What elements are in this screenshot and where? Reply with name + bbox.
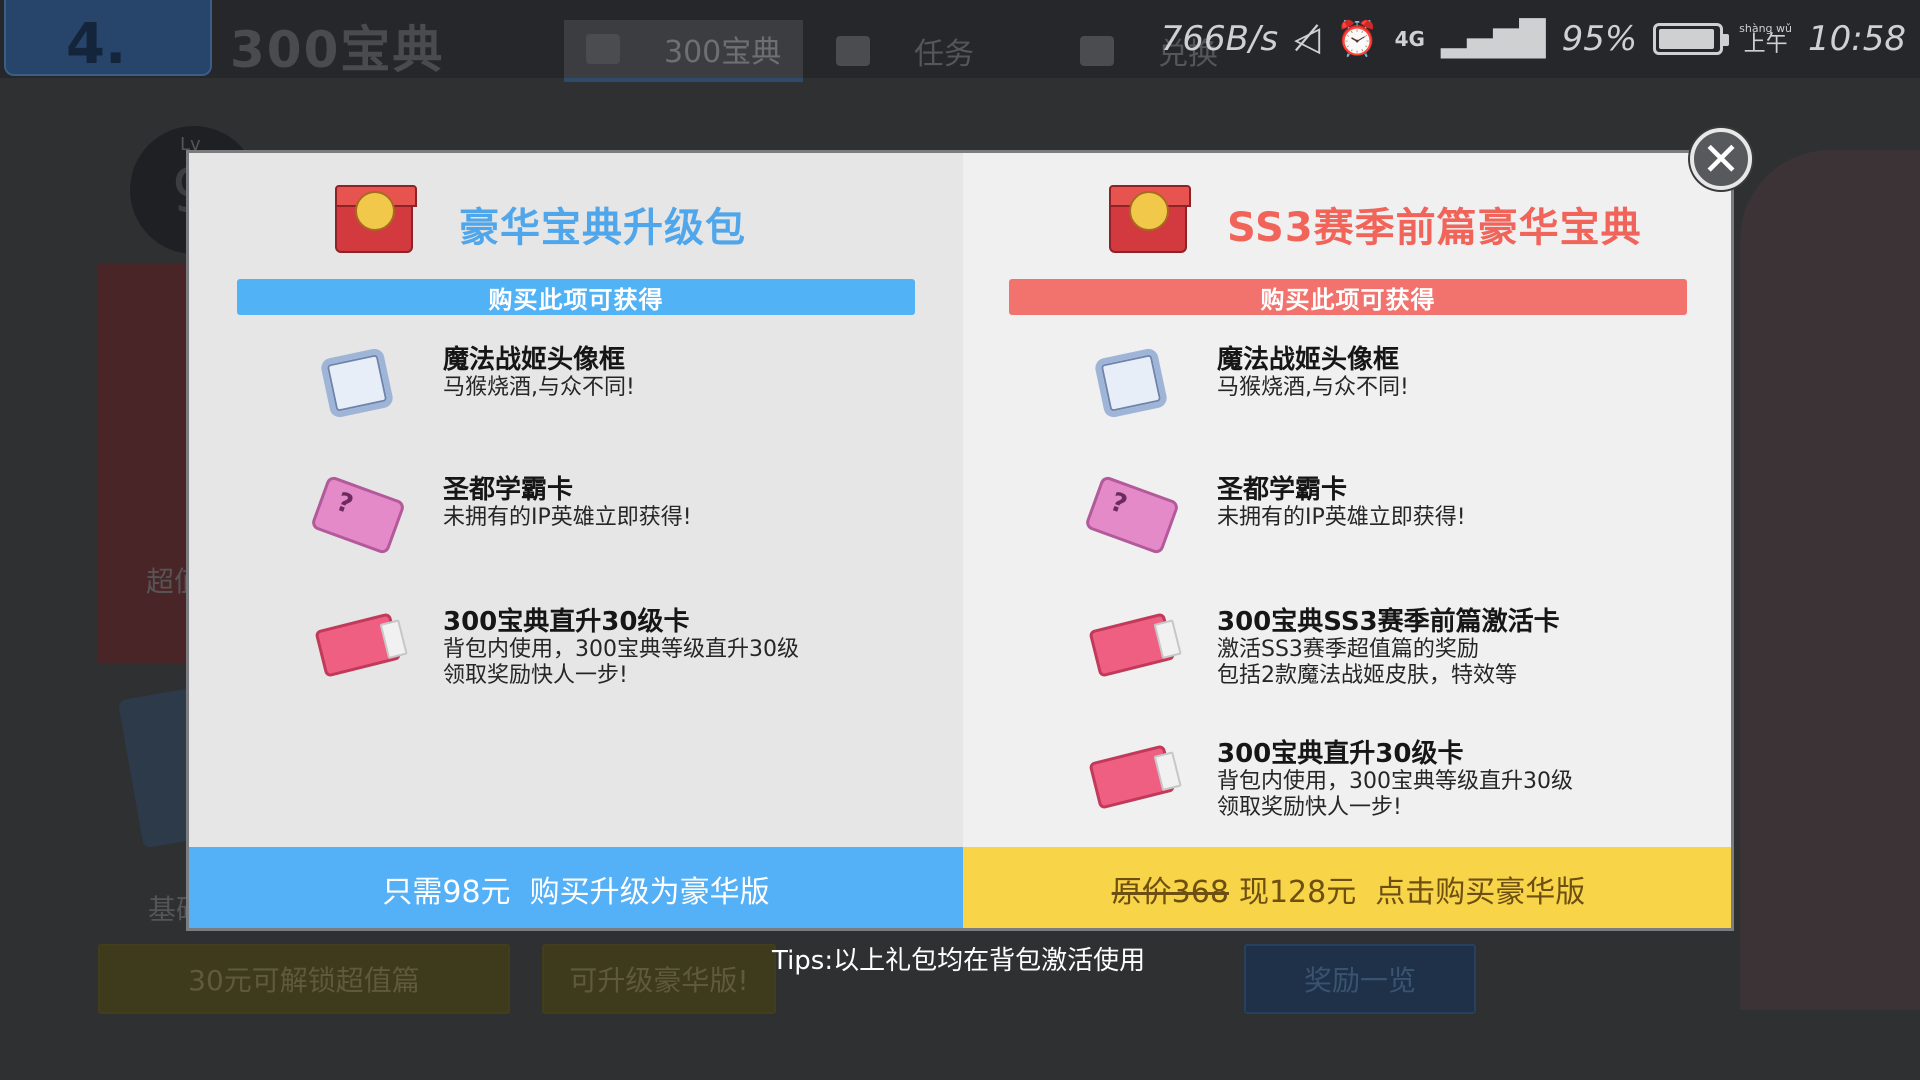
- reward-name: 圣都学霸卡: [443, 475, 574, 505]
- avatar-frame-icon: [1087, 345, 1173, 419]
- avatar-frame-icon: [313, 345, 399, 419]
- battery-percent: 95%: [1561, 19, 1638, 59]
- mute-icon: ◁̸: [1294, 19, 1321, 59]
- tab-label: 300宝典: [664, 35, 782, 70]
- reward-desc: 背包内使用，300宝典等级直升30级 领取奖励快人一步!: [443, 637, 799, 688]
- reward-desc: 未拥有的IP英雄立即获得!: [1217, 505, 1466, 530]
- upgrade-pack-panel: 豪华宝典升级包 购买此项可获得 魔法战姬头像框 马猴烧酒,与众不同! 圣都学霸卡…: [189, 153, 963, 847]
- reward-name: 魔法战姬头像框: [443, 345, 626, 375]
- battery-fill: [1659, 29, 1715, 49]
- time-ampm-text: 上午: [1743, 31, 1788, 57]
- character-illustration: [1740, 150, 1920, 1010]
- unlock-value-button[interactable]: 30元可解锁超值篇: [98, 944, 510, 1014]
- close-button[interactable]: ✕: [1690, 128, 1752, 190]
- tab-tasks[interactable]: 任务: [836, 20, 974, 82]
- buy-deluxe-button[interactable]: 原价368 现128元 点击购买豪华版: [963, 847, 1731, 928]
- alarm-icon: ⏰: [1336, 19, 1379, 59]
- activation-card-icon: [1087, 607, 1176, 681]
- rewards-overview-button[interactable]: 奖励一览: [1244, 944, 1476, 1014]
- tab-300-guide[interactable]: 300宝典: [564, 20, 804, 82]
- buy-upgrade-label: 只需98元 购买升级为豪华版: [382, 875, 770, 910]
- gift-box-icon: [335, 185, 417, 253]
- reward-name: 300宝典SS3赛季前篇激活卡: [1217, 607, 1560, 637]
- rewards-banner: 购买此项可获得: [1009, 279, 1687, 315]
- battery-icon: [1653, 23, 1730, 55]
- reward-desc: 未拥有的IP英雄立即获得!: [443, 505, 692, 530]
- deluxe-guide-panel: SS3赛季前篇豪华宝典 购买此项可获得 魔法战姬头像框 马猴烧酒,与众不同! 圣…: [963, 153, 1731, 847]
- reward-desc: 背包内使用，300宝典等级直升30级 领取奖励快人一步!: [1217, 769, 1573, 820]
- back-glyph: 4.: [66, 12, 127, 77]
- task-icon: [836, 36, 870, 66]
- clock-time: 10:58: [1808, 19, 1906, 59]
- exp-card-icon: [313, 607, 402, 681]
- original-price: 原价368: [1111, 875, 1229, 910]
- network-type: 4G: [1394, 27, 1425, 51]
- deluxe-upgrade-dialog: 豪华宝典升级包 购买此项可获得 魔法战姬头像框 马猴烧酒,与众不同! 圣都学霸卡…: [186, 150, 1734, 931]
- reward-desc: 激活SS3赛季超值篇的奖励 包括2款魔法战姬皮肤，特效等: [1217, 637, 1517, 688]
- upgrade-pack-title: 豪华宝典升级包: [459, 205, 746, 251]
- reward-desc: 马猴烧酒,与众不同!: [443, 375, 635, 400]
- deluxe-guide-title: SS3赛季前篇豪华宝典: [1227, 205, 1642, 251]
- net-speed: 766B/s: [1160, 19, 1279, 59]
- back-button[interactable]: 4.: [4, 0, 212, 77]
- tips-text: Tips:以上礼包均在背包激活使用: [772, 946, 1146, 976]
- hero-card-icon: [1083, 474, 1181, 556]
- buy-upgrade-button[interactable]: 只需98元 购买升级为豪华版: [189, 847, 963, 928]
- reward-name: 魔法战姬头像框: [1217, 345, 1400, 375]
- reward-desc: 马猴烧酒,与众不同!: [1217, 375, 1409, 400]
- buy-deluxe-label: 现128元 点击购买豪华版: [1238, 875, 1586, 910]
- system-status-bar: 766B/s ◁̸ ⏰ 4G ▂▄▆█ 95% shàng wǔ 上午 10:5…: [1161, 12, 1906, 66]
- upgrade-deluxe-button[interactable]: 可升级豪华版!: [542, 944, 776, 1014]
- exchange-icon: [1080, 36, 1114, 66]
- exp-card-icon: [1087, 739, 1176, 813]
- reward-name: 300宝典直升30级卡: [1217, 739, 1464, 769]
- hero-card-icon: [309, 474, 407, 556]
- close-icon: ✕: [1701, 132, 1741, 186]
- rewards-banner: 购买此项可获得: [237, 279, 915, 315]
- reward-name: 300宝典直升30级卡: [443, 607, 690, 637]
- book-icon: [586, 34, 620, 64]
- tab-label: 任务: [914, 37, 974, 72]
- time-ampm: shàng wǔ 上午: [1739, 23, 1792, 56]
- signal-icon: ▂▄▆█: [1440, 19, 1546, 59]
- reward-name: 圣都学霸卡: [1217, 475, 1348, 505]
- gift-box-icon: [1109, 185, 1191, 253]
- game-title: 300宝典: [230, 21, 445, 79]
